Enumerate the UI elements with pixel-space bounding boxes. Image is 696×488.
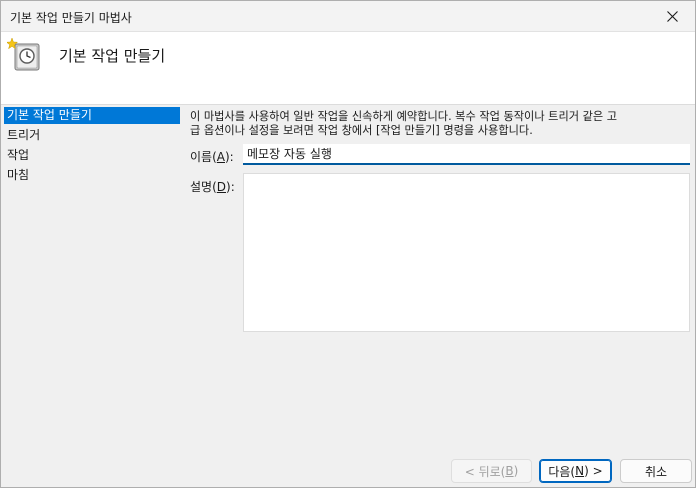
close-button[interactable]	[649, 1, 695, 32]
back-button[interactable]: < 뒤로(B)	[451, 459, 532, 483]
name-label: 이름(A):	[190, 150, 234, 164]
cancel-button[interactable]: 취소	[620, 459, 692, 483]
header-title: 기본 작업 만들기	[59, 47, 166, 65]
name-label-accelerator: A	[216, 150, 225, 164]
close-icon	[666, 11, 678, 22]
step-action[interactable]: 작업	[4, 147, 180, 167]
task-name-input[interactable]	[243, 144, 690, 165]
step-create-basic-task[interactable]: 기본 작업 만들기	[4, 107, 180, 124]
description-line-1: 이 마법사를 사용하여 일반 작업을 신속하게 예약합니다. 복수 작업 동작이…	[190, 110, 618, 123]
wizard-step-list: 기본 작업 만들기 트리거 작업 마침	[4, 107, 180, 187]
next-button[interactable]: 다음(N) >	[539, 459, 612, 483]
wizard-description: 이 마법사를 사용하여 일반 작업을 신속하게 예약합니다. 복수 작업 동작이…	[190, 110, 695, 138]
description-line-2: 급 옵션이나 설정을 보려면 작업 창에서 [작업 만들기] 명령을 사용합니다…	[190, 124, 533, 137]
wizard-header: 기본 작업 만들기	[1, 32, 695, 105]
wizard-window: 기본 작업 만들기 마법사 기본 작업 만들기 기본 작업 만들기 트리거 작업…	[0, 0, 696, 488]
task-description-input[interactable]	[243, 173, 690, 332]
description-label-accelerator: D	[216, 180, 227, 194]
step-trigger[interactable]: 트리거	[4, 127, 180, 147]
description-label: 설명(D):	[190, 180, 235, 194]
window-title: 기본 작업 만들기 마법사	[10, 11, 132, 25]
task-scheduler-clock-icon	[7, 37, 40, 71]
title-bar: 기본 작업 만들기 마법사	[1, 1, 695, 32]
step-finish[interactable]: 마침	[4, 167, 180, 187]
